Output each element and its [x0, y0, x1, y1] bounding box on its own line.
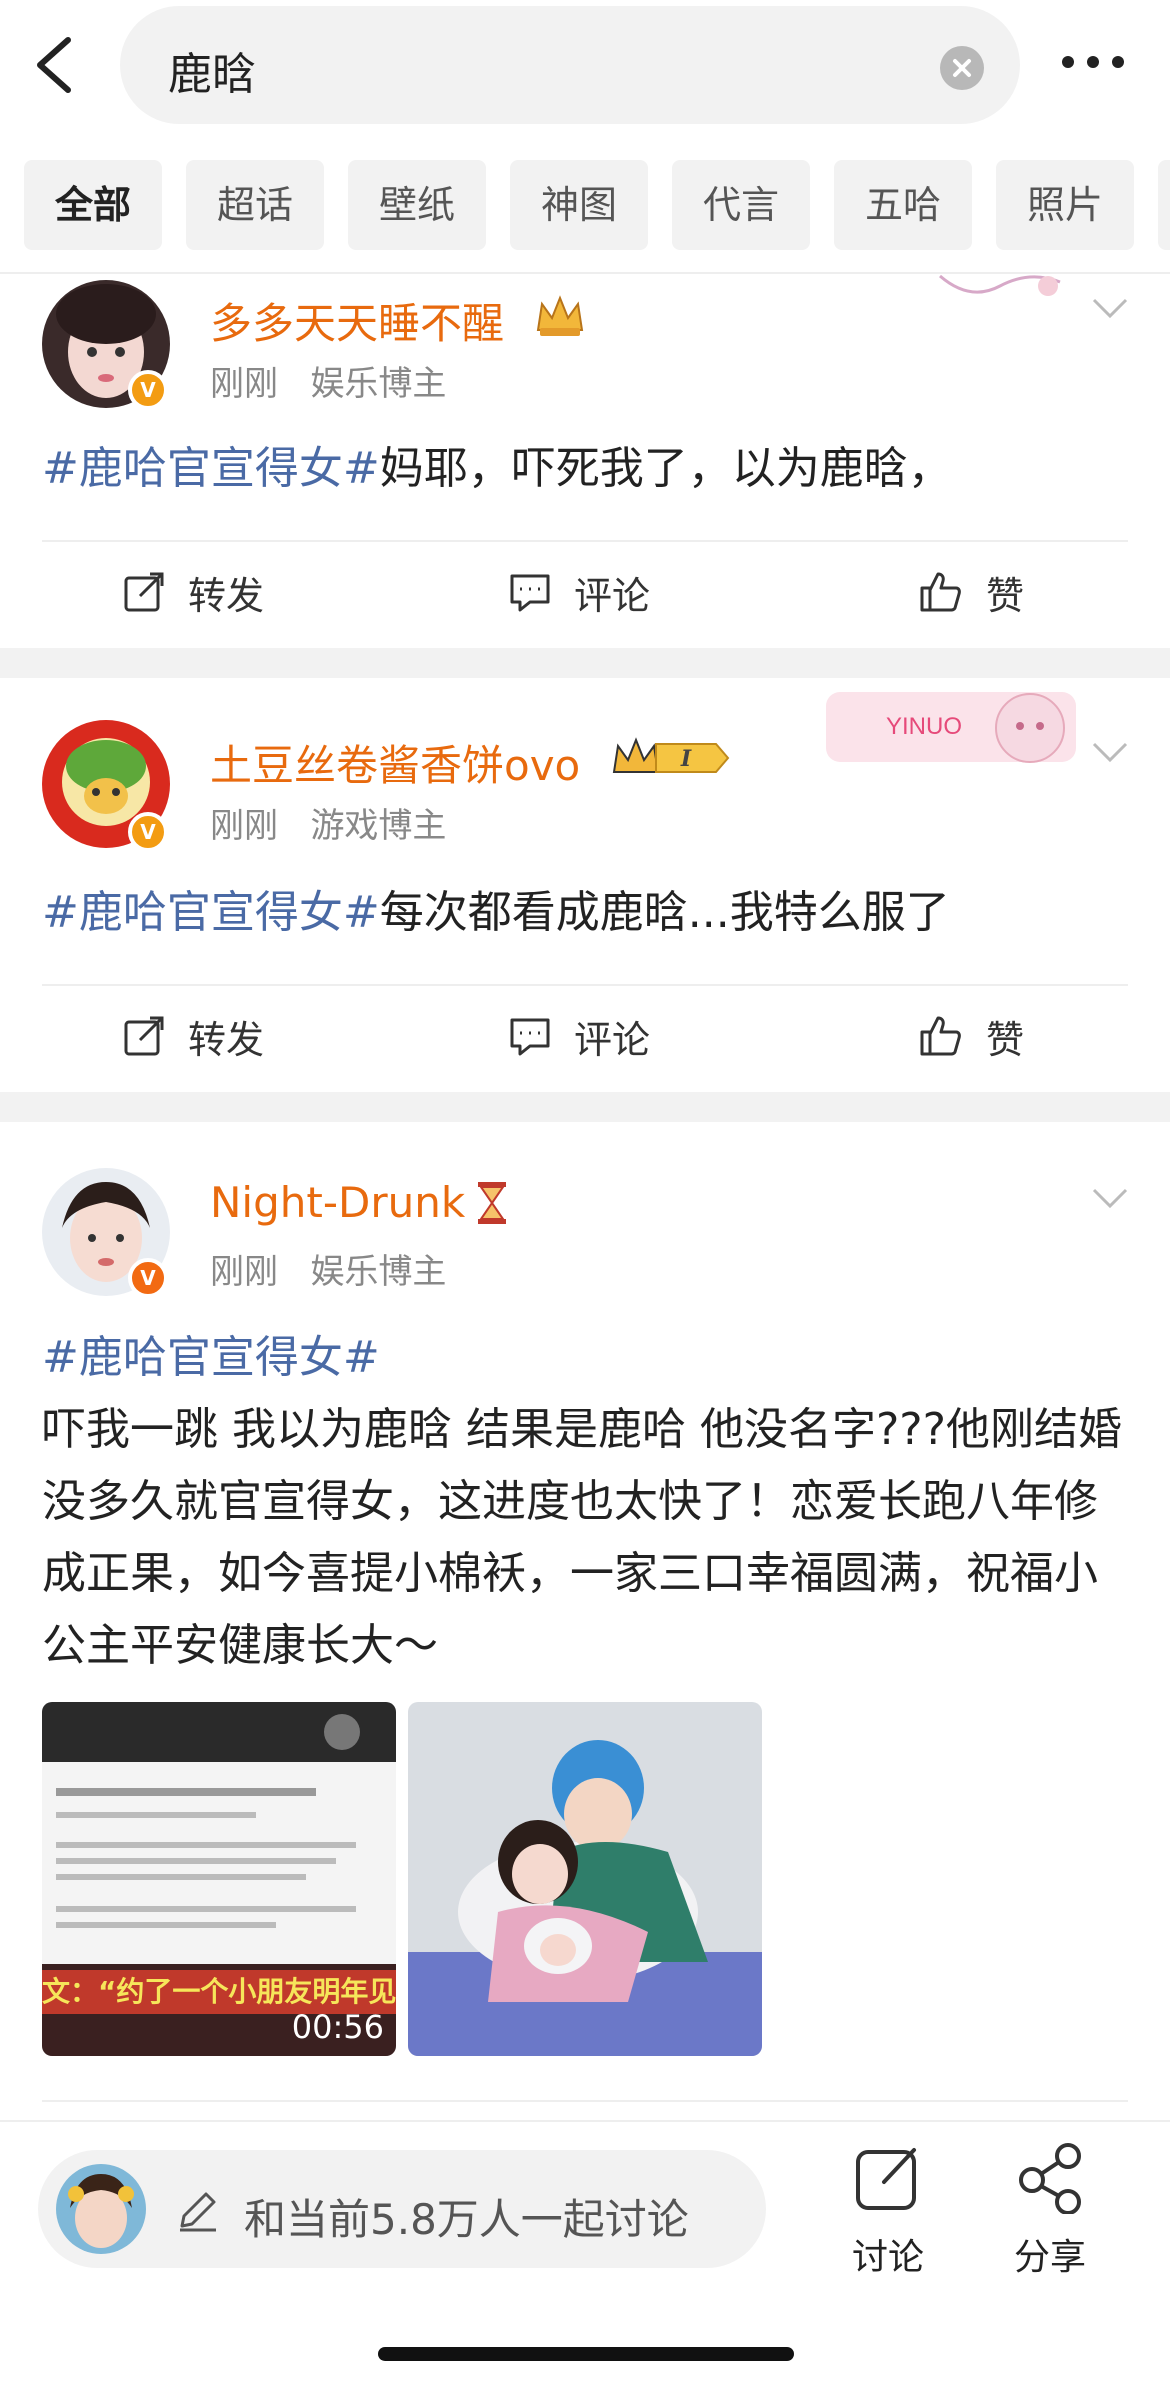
- comment-label: 评论: [574, 573, 651, 618]
- chevron-down-icon[interactable]: [1090, 1186, 1130, 1210]
- divider: [42, 2100, 1128, 2102]
- search-query: 鹿晗: [168, 49, 256, 100]
- post-gap: [0, 1092, 1170, 1122]
- discuss-label: 讨论: [851, 2237, 924, 2278]
- post-body: 吓我一跳 我以为鹿晗 结果是鹿哈 他没名字???他刚结婚没多久就官宣得女，这进度…: [42, 1404, 1123, 1671]
- like-label: 赞: [986, 1017, 1025, 1062]
- verified-badge-icon: V: [128, 1258, 168, 1298]
- hashtag-link[interactable]: #鹿哈官宣得女#: [42, 443, 380, 494]
- like-button[interactable]: 赞: [916, 562, 1024, 622]
- photo-thumbnail[interactable]: [408, 1702, 762, 2056]
- svg-text:I: I: [680, 746, 692, 772]
- share-label: 分享: [1013, 2237, 1086, 2278]
- level-badge-icon: I: [612, 736, 732, 780]
- decoration-card: [930, 272, 1070, 308]
- tab-endorsement[interactable]: 代言: [672, 160, 810, 250]
- post-meta: 刚刚 娱乐博主: [210, 356, 446, 405]
- post-text: #鹿哈官宣得女#每次都看成鹿晗...我特么服了: [42, 878, 1132, 948]
- discuss-input[interactable]: 和当前5.8万人一起讨论: [38, 2150, 766, 2268]
- home-indicator: [378, 2347, 794, 2361]
- post-text: #鹿哈官宣得女# 吓我一跳 我以为鹿晗 结果是鹿哈 他没名字???他刚结婚没多久…: [42, 1322, 1132, 1682]
- repost-icon: [124, 1016, 164, 1056]
- discuss-button[interactable]: 讨论: [828, 2142, 948, 2280]
- username[interactable]: 多多天天睡不醒: [210, 290, 504, 351]
- video-duration: 00:56: [291, 2008, 384, 2046]
- pencil-icon: [174, 2186, 222, 2234]
- discuss-placeholder: 和当前5.8万人一起讨论: [244, 2195, 689, 2244]
- search-input[interactable]: 鹿晗: [120, 6, 1020, 124]
- post-text: #鹿哈官宣得女#妈耶，吓死我了，以为鹿晗，: [42, 434, 1132, 504]
- repost-label: 转发: [188, 1017, 265, 1062]
- username[interactable]: Night-Drunk: [210, 1178, 465, 1227]
- tab-photos[interactable]: 照片: [996, 160, 1134, 250]
- tab-more[interactable]: [1158, 160, 1170, 250]
- comment-label: 评论: [574, 1017, 651, 1062]
- tab-all[interactable]: 全部: [24, 160, 162, 250]
- post-category: 娱乐博主: [310, 1252, 447, 1292]
- tab-memes[interactable]: 神图: [510, 160, 648, 250]
- verified-badge-icon: V: [128, 812, 168, 852]
- divider: [42, 984, 1128, 986]
- comment-button[interactable]: 评论: [508, 1006, 650, 1066]
- more-options-icon[interactable]: [1058, 52, 1128, 72]
- post-time: 刚刚: [210, 1252, 278, 1292]
- post-category: 游戏博主: [310, 806, 447, 846]
- post-category: 娱乐博主: [310, 364, 447, 404]
- comment-button[interactable]: 评论: [508, 562, 650, 622]
- card-label: YINUO: [886, 713, 962, 740]
- repost-label: 转发: [188, 573, 265, 618]
- repost-icon: [124, 572, 164, 612]
- post-time: 刚刚: [210, 364, 278, 404]
- user-avatar: [56, 2164, 146, 2254]
- post-body: 妈耶，吓死我了，以为鹿晗，: [379, 443, 952, 494]
- comment-icon: [510, 574, 550, 612]
- chevron-down-icon[interactable]: [1090, 296, 1130, 320]
- tab-super-topic[interactable]: 超话: [186, 160, 324, 250]
- like-button[interactable]: 赞: [916, 1006, 1024, 1066]
- hourglass-icon: [472, 1180, 512, 1226]
- hashtag-link[interactable]: #鹿哈官宣得女#: [42, 1322, 1132, 1394]
- category-tabs: 全部 超话 壁纸 神图 代言 五哈 照片: [0, 160, 1170, 252]
- post-body: 每次都看成鹿晗...我特么服了: [379, 887, 950, 938]
- username[interactable]: 土豆丝卷酱香饼ovo: [210, 732, 580, 793]
- share-button[interactable]: 分享: [990, 2142, 1110, 2280]
- repost-button[interactable]: 转发: [122, 1006, 264, 1066]
- verified-badge-icon: V: [128, 370, 168, 410]
- back-arrow-icon[interactable]: [28, 30, 78, 100]
- decoration-card: YINUO: [816, 680, 1086, 780]
- crown-badge-icon: [534, 292, 586, 338]
- post-gap: [0, 648, 1170, 678]
- comment-icon: [510, 1018, 550, 1056]
- tab-wuha[interactable]: 五哈: [834, 160, 972, 250]
- video-thumbnail[interactable]: 文：“约了一个小朋友明年见呀 00:56: [42, 1702, 396, 2056]
- post-meta: 刚刚 娱乐博主: [210, 1244, 446, 1293]
- top-bar: 鹿晗: [0, 0, 1170, 140]
- divider: [42, 540, 1128, 542]
- post-meta: 刚刚 游戏博主: [210, 798, 446, 847]
- thumbs-up-icon: [920, 572, 961, 612]
- chevron-down-icon[interactable]: [1090, 740, 1130, 764]
- clear-search-icon[interactable]: [940, 46, 984, 90]
- compose-icon: [856, 2148, 916, 2210]
- thumbs-up-icon: [920, 1016, 961, 1056]
- share-icon: [1019, 2143, 1081, 2215]
- repost-button[interactable]: 转发: [122, 562, 264, 622]
- post-time: 刚刚: [210, 806, 278, 846]
- hashtag-link[interactable]: #鹿哈官宣得女#: [42, 887, 380, 938]
- tab-wallpaper[interactable]: 壁纸: [348, 160, 486, 250]
- like-label: 赞: [986, 573, 1025, 618]
